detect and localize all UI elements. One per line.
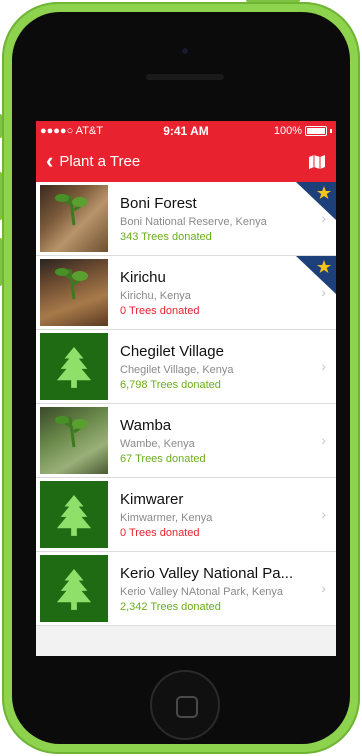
trees-donated-count: 343 Trees donated xyxy=(120,230,212,243)
trees-donated-count: 2,342 Trees donated xyxy=(120,600,221,613)
mute-switch xyxy=(0,114,2,138)
navigation-bar: ‹ Plant a Tree xyxy=(36,142,336,182)
home-button[interactable] xyxy=(150,670,220,740)
back-label: Plant a Tree xyxy=(59,152,141,170)
project-location: Chegilet Village, Kenya xyxy=(120,363,234,376)
project-photo xyxy=(40,185,108,252)
project-name: Kimwarer xyxy=(120,490,184,508)
project-tree-placeholder xyxy=(40,333,108,400)
project-name: Chegilet Village xyxy=(120,342,224,360)
project-row[interactable]: Kirichu Kirichu, Kenya 0 Trees donated › xyxy=(36,256,336,330)
trees-donated-count: 0 Trees donated xyxy=(120,304,200,317)
trees-donated-count: 6,798 Trees donated xyxy=(120,378,221,391)
project-name: Wamba xyxy=(120,416,172,434)
battery-icon xyxy=(305,126,327,136)
battery-percent: 100% xyxy=(273,125,302,137)
featured-ribbon xyxy=(296,182,336,220)
project-name: Kerio Valley National Pa... xyxy=(120,564,294,582)
project-list: Boni Forest Boni National Reserve, Kenya 3… xyxy=(36,182,336,626)
app-screen: ●●●●○ AT&T 9:41 AM 100% ‹ Plant a Tree B… xyxy=(36,121,336,656)
chevron-right-icon: › xyxy=(321,432,326,448)
chevron-right-icon: › xyxy=(321,358,326,374)
status-bar: ●●●●○ AT&T 9:41 AM 100% xyxy=(36,121,336,142)
volume-down-button xyxy=(0,238,2,286)
tree-icon xyxy=(56,568,92,610)
chevron-right-icon: › xyxy=(321,580,326,596)
chevron-right-icon: › xyxy=(321,506,326,522)
tree-icon xyxy=(56,346,92,388)
power-button xyxy=(246,0,300,2)
volume-up-button xyxy=(0,172,2,220)
project-row[interactable]: Kerio Valley National Pa... Kerio Valley … xyxy=(36,552,336,626)
featured-ribbon xyxy=(296,256,336,294)
project-location: Kerio Valley NAtonal Park, Kenya xyxy=(120,585,284,598)
project-row[interactable]: Chegilet Village Chegilet Village, Kenya 6… xyxy=(36,330,336,404)
project-photo xyxy=(40,259,108,326)
project-row[interactable]: Boni Forest Boni National Reserve, Kenya 3… xyxy=(36,182,336,256)
tree-icon xyxy=(56,494,92,536)
map-icon[interactable] xyxy=(308,154,326,170)
chevron-left-icon: ‹ xyxy=(46,148,54,173)
project-location: Wambe, Kenya xyxy=(120,437,195,450)
front-camera xyxy=(180,46,190,56)
project-location: Kimwarmer, Kenya xyxy=(120,511,213,524)
project-row[interactable]: Kimwarer Kimwarmer, Kenya 0 Trees donated › xyxy=(36,478,336,552)
trees-donated-count: 0 Trees donated xyxy=(120,526,200,539)
trees-donated-count: 67 Trees donated xyxy=(120,452,206,465)
project-row[interactable]: Wamba Wambe, Kenya 67 Trees donated › xyxy=(36,404,336,478)
project-tree-placeholder xyxy=(40,555,108,622)
back-button[interactable]: ‹ Plant a Tree xyxy=(46,148,141,173)
project-tree-placeholder xyxy=(40,481,108,548)
project-photo xyxy=(40,407,108,474)
earpiece-speaker xyxy=(146,74,224,80)
